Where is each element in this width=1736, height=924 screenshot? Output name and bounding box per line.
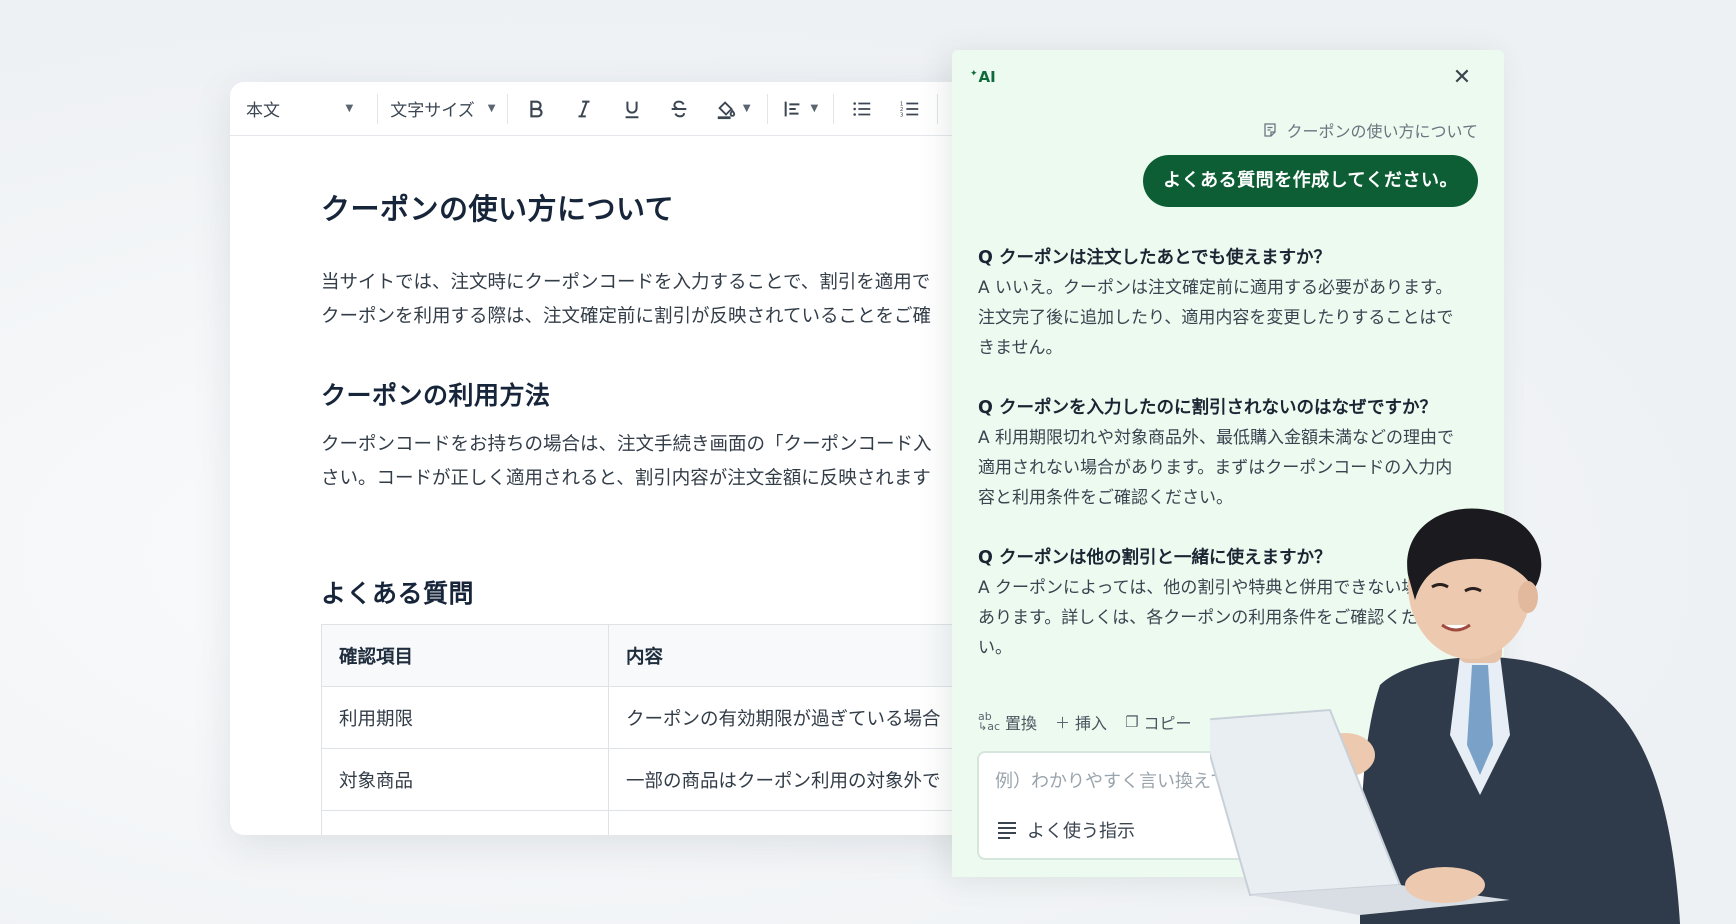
copy-icon: ❐: [1125, 713, 1139, 731]
table-cell: [321, 810, 609, 835]
qa-item: Q クーポンを入力したのに割引されないのはなぜですか？ A 利用期限切れや対象商…: [978, 393, 1488, 513]
paint-bucket-icon: [717, 100, 736, 119]
paragraph-style-select[interactable]: 本文 ▼: [246, 91, 365, 127]
plus-icon: ＋: [1055, 713, 1071, 732]
editor-toolbar: 本文 ▼ 文字サイズ ▼ ▼ ▼ 1 2 3: [230, 82, 990, 136]
copy-label: コピー: [1143, 714, 1192, 733]
table-cell: 一部の商品はクーポン利用の対象外で: [608, 748, 990, 811]
qa-item: Q クーポンは注文したあとでも使えますか？ A いいえ。クーポンは注文確定前に適…: [978, 243, 1488, 363]
table-row: 利用期限 クーポンの有効期限が過ぎている場合: [321, 686, 990, 749]
bold-button[interactable]: [512, 91, 560, 127]
replace-label: 置換: [1005, 714, 1038, 733]
document-title: クーポンの使い方について: [321, 192, 675, 226]
rich-text-editor: 本文 ▼ 文字サイズ ▼ ▼ ▼ 1 2 3 クーポンの使い方について 当サイト…: [230, 82, 990, 835]
replace-icon-bottom: ↳ac: [978, 720, 1001, 733]
chevron-down-icon: ▼: [742, 103, 751, 114]
copy-button[interactable]: ❐ コピー: [1125, 710, 1191, 734]
align-button[interactable]: ▼: [772, 91, 830, 127]
toolbar-divider: [507, 93, 509, 124]
context-reference: クーポンの使い方について: [1262, 118, 1478, 142]
paragraph-line: クーポンを利用する際は、注文確定前に割引が反映されていることをご確: [321, 306, 931, 327]
table-cell: 対象商品: [321, 748, 609, 811]
paragraph-line: さい。コードが正しく適用されると、割引内容が注文金額に反映されます: [321, 468, 931, 489]
table-header-cell: 確認項目: [321, 624, 609, 687]
svg-text:3: 3: [899, 112, 903, 118]
question-text: Q クーポンを入力したのに割引されないのはなぜですか？: [978, 398, 1437, 418]
frequent-instructions-label: よく使う指示: [1027, 821, 1135, 842]
toolbar-divider: [937, 93, 939, 124]
italic-icon: [578, 100, 590, 117]
frequent-instructions-button[interactable]: よく使う指示: [997, 817, 1135, 843]
italic-button[interactable]: [560, 91, 608, 127]
answer-line: A 利用期限切れや対象商品外、最低購入金額未満などの理由で: [978, 428, 1455, 448]
answer-line: 適用されない場合があります。まずはクーポンコードの入力内: [978, 458, 1453, 478]
document-icon: [1264, 123, 1277, 137]
sparkle-icon: ✦: [970, 69, 978, 79]
person-with-laptop-illustration: [1210, 508, 1680, 924]
strikethrough-icon: [671, 100, 687, 117]
close-button[interactable]: ✕: [1450, 66, 1474, 90]
table-cell: [608, 810, 990, 835]
question-text: Q クーポンは注文したあとでも使えますか？: [978, 248, 1331, 268]
highlight-color-button[interactable]: ▼: [703, 91, 763, 127]
chevron-down-icon: ▼: [345, 103, 354, 114]
numbered-list-icon: 123: [899, 101, 918, 118]
document-body[interactable]: クーポンの使い方について 当サイトでは、注文時にクーポンコードを入力することで、…: [230, 136, 990, 835]
table-row: 対象商品 一部の商品はクーポン利用の対象外で: [321, 748, 990, 811]
font-size-select[interactable]: 文字サイズ ▼: [390, 91, 507, 127]
close-icon: ✕: [1452, 65, 1472, 90]
table-header-cell: 内容: [608, 624, 990, 687]
table-cell: クーポンの有効期限が過ぎている場合: [608, 686, 990, 749]
chevron-down-icon: ▼: [487, 103, 496, 114]
insert-label: 挿入: [1075, 714, 1108, 733]
table-cell: 利用期限: [321, 686, 609, 749]
answer-line: 注文完了後に追加したり、適用内容を変更したりすることはで: [978, 308, 1454, 328]
underline-icon: [625, 101, 638, 118]
underline-button[interactable]: [608, 91, 656, 127]
table-row: [321, 810, 990, 835]
toolbar-divider: [833, 93, 835, 124]
table-header-row: 確認項目 内容: [321, 624, 990, 687]
strikethrough-button[interactable]: [655, 91, 703, 127]
answer-line: A いいえ。クーポンは注文確定前に適用する必要があります。: [978, 278, 1453, 298]
context-label: クーポンの使い方について: [1286, 122, 1478, 141]
toolbar-divider: [377, 93, 379, 124]
replace-button[interactable]: ab ↳ac 置換: [978, 710, 1037, 734]
answer-line: きません。: [978, 338, 1063, 358]
user-message-bubble: よくある質問を作成してください。: [1143, 155, 1478, 207]
bullet-list-icon: [853, 101, 871, 116]
paragraph-style-label: 本文: [246, 101, 280, 121]
list-icon: [998, 822, 1016, 839]
insert-button[interactable]: ＋ 挿入: [1055, 710, 1107, 734]
bullet-list-button[interactable]: [838, 91, 886, 127]
numbered-list-button[interactable]: 123: [886, 91, 934, 127]
paragraph-line: 当サイトでは、注文時にクーポンコードを入力することで、割引を適用で: [321, 272, 931, 293]
response-actions: ab ↳ac 置換 ＋ 挿入 ❐ コピー: [978, 710, 1192, 734]
bold-icon: [530, 100, 543, 117]
prompt-placeholder: 例）わかりやすく言い換えて: [995, 771, 1229, 792]
section-heading: よくある質問: [321, 579, 475, 608]
ai-logo: ✦AI: [970, 68, 996, 86]
replace-icon: ab ↳ac: [978, 711, 1001, 733]
section-heading: クーポンの利用方法: [321, 381, 551, 410]
align-left-icon: [785, 101, 800, 116]
toolbar-divider: [766, 93, 768, 124]
chevron-down-icon: ▼: [810, 103, 819, 114]
ai-logo-text: AI: [978, 68, 996, 86]
faq-table: 確認項目 内容 利用期限 クーポンの有効期限が過ぎている場合 対象商品 一部の商…: [321, 624, 990, 835]
font-size-label: 文字サイズ: [390, 101, 475, 121]
paragraph-line: クーポンコードをお持ちの場合は、注文手続き画面の「クーポンコード入: [321, 434, 932, 455]
